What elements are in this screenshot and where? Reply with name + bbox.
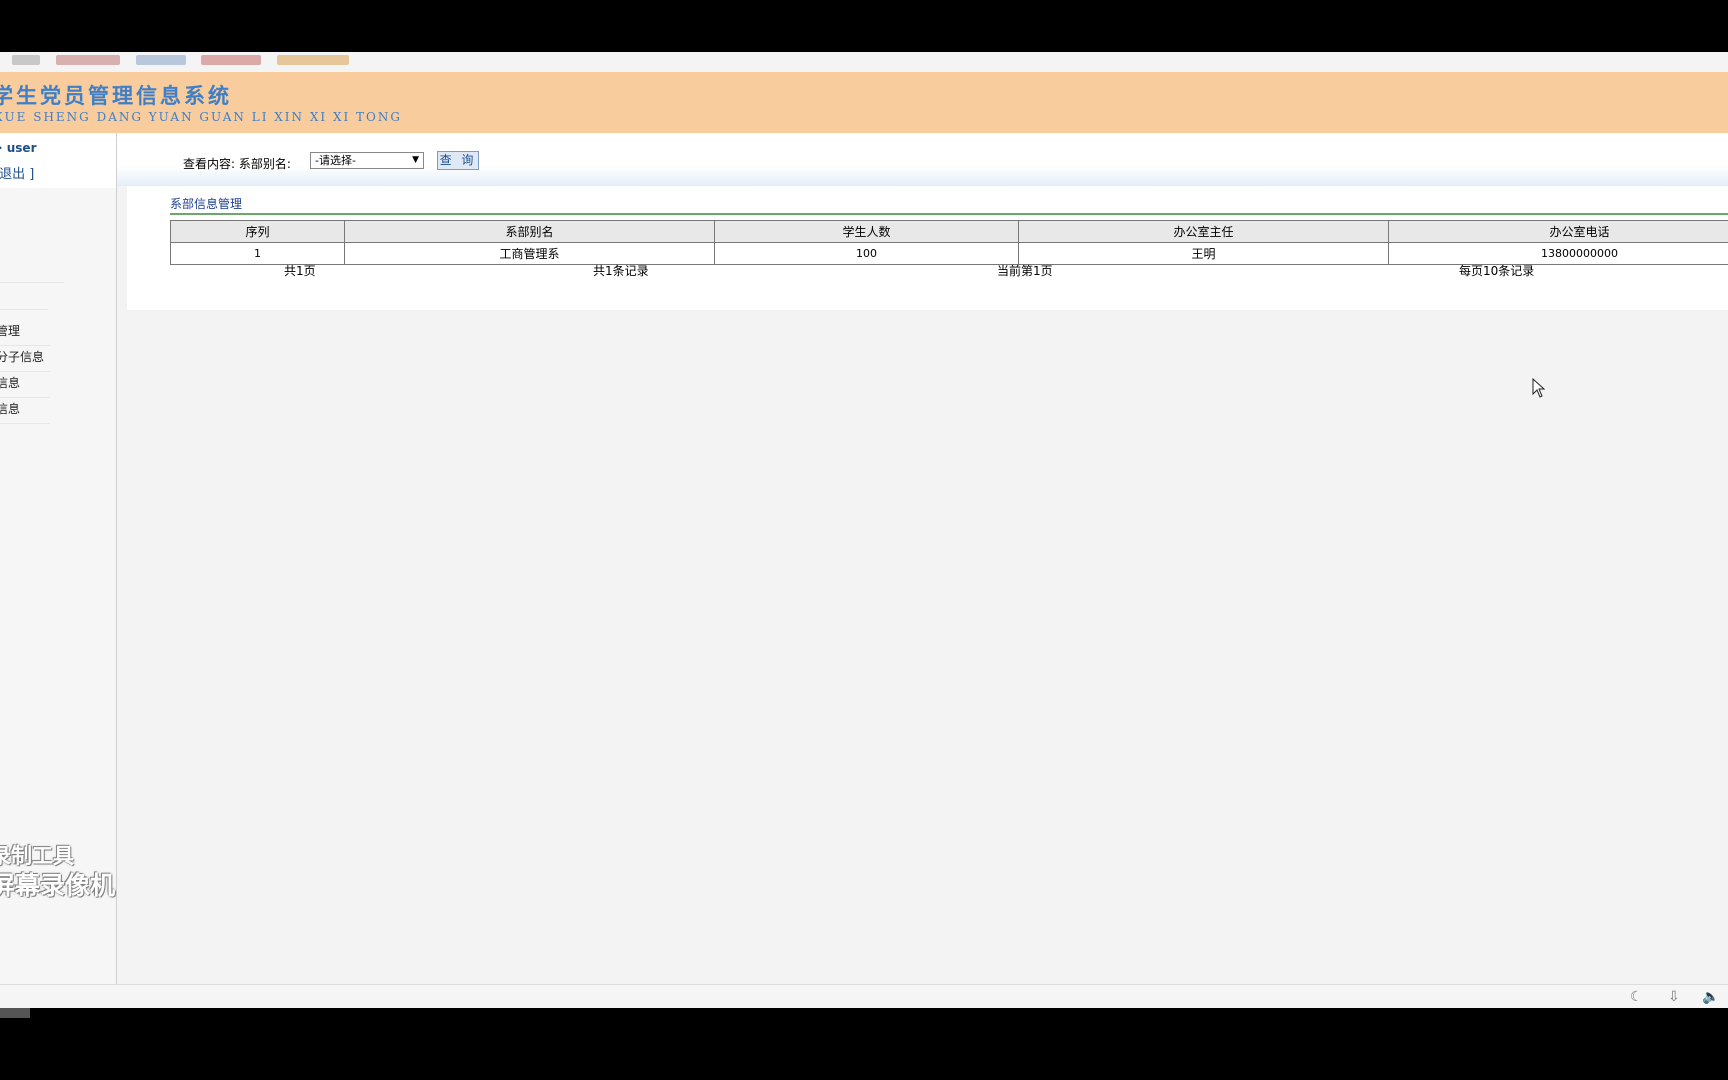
column-header-student-count: 学生人数 (714, 220, 1019, 243)
main-content: 查看内容: 系部别名: -请选择- ▼ 查 询 系部信息管理 序列 系部别名 学… (117, 133, 1728, 984)
department-alias-select[interactable]: -请选择- ▼ (310, 152, 424, 169)
department-table: 序列 系部别名 学生人数 办公室主任 办公室电话 1 工商管理系 100 王明 … (170, 220, 1728, 265)
sidebar-divider (0, 423, 50, 424)
sidebar: · user [退出 ] 管理 分子信息 信息 信息 录制工具 屏幕录像机 (0, 133, 117, 984)
sidebar-divider (0, 309, 48, 310)
select-value: -请选择- (315, 154, 356, 167)
dropdown-arrow-icon: ▼ (412, 155, 419, 165)
pager-current-page: 当前第1页 (997, 264, 1053, 278)
taskbar: ☾ ⇩ 🔈 (0, 984, 1728, 1009)
section-title: 系部信息管理 (170, 197, 243, 211)
current-user: · user (0, 141, 37, 155)
table-header-row: 序列 系部别名 学生人数 办公室主任 办公室电话 (170, 220, 1728, 243)
mouse-cursor-icon (1532, 377, 1546, 401)
query-label: 查看内容: 系部别名: (183, 157, 291, 171)
bottom-bar (0, 1008, 1728, 1080)
user-name-label: user (6, 141, 37, 155)
browser-bookmarks-bar (0, 52, 1728, 72)
sidebar-item-activist-info[interactable]: 分子信息 (0, 348, 44, 365)
watermark-line-2: 屏幕录像机 (0, 871, 116, 900)
sidebar-divider (0, 397, 50, 398)
bookmark-item[interactable] (55, 55, 120, 65)
section-divider (170, 213, 1728, 215)
column-header-office-director: 办公室主任 (1018, 220, 1389, 243)
user-info-box: · user [退出 ] (0, 133, 116, 188)
sidebar-divider (0, 371, 50, 372)
bookmark-item[interactable] (201, 55, 262, 65)
logout-link[interactable]: [退出 ] (0, 163, 34, 182)
watermark-line-1: 录制工具 (0, 844, 74, 868)
web-page: 学生党员管理信息系统 XUE SHENG DANG YUAN GUAN LI X… (0, 72, 1728, 984)
pager-total-records: 共1条记录 (593, 264, 649, 278)
query-bar: 查看内容: 系部别名: -请选择- ▼ 查 询 (117, 133, 1728, 186)
sidebar-item-info-a[interactable]: 信息 (0, 374, 20, 391)
bookmark-item[interactable] (135, 55, 186, 65)
sidebar-item-info-b[interactable]: 信息 (0, 400, 20, 417)
pagination: 共1页 共1条记录 当前第1页 每页10条记录 (170, 262, 1728, 278)
bookmark-item[interactable] (277, 55, 350, 65)
start-button[interactable] (0, 1008, 30, 1018)
sidebar-item-management[interactable]: 管理 (0, 322, 20, 339)
user-icon: · (0, 141, 3, 155)
column-header-dept-alias: 系部别名 (344, 220, 715, 243)
sidebar-divider (0, 282, 64, 283)
query-button[interactable]: 查 询 (437, 151, 479, 170)
header-banner: 学生党员管理信息系统 XUE SHENG DANG YUAN GUAN LI X… (0, 72, 1728, 133)
system-subtitle: XUE SHENG DANG YUAN GUAN LI XIN XI XI TO… (0, 110, 402, 124)
system-title: 学生党员管理信息系统 (0, 83, 232, 108)
column-header-office-phone: 办公室电话 (1388, 220, 1728, 243)
column-header-index: 序列 (170, 220, 345, 243)
pager-per-page: 每页10条记录 (1459, 264, 1535, 278)
sidebar-divider (0, 345, 50, 346)
moon-icon[interactable]: ☾ (1630, 989, 1643, 1005)
download-icon[interactable]: ⇩ (1668, 989, 1680, 1005)
volume-icon[interactable]: 🔈 (1702, 989, 1719, 1005)
bookmark-item[interactable] (12, 55, 40, 65)
recorder-watermark: 录制工具 屏幕录像机 (0, 841, 115, 901)
department-panel: 系部信息管理 序列 系部别名 学生人数 办公室主任 办公室电话 1 工商管理系 … (127, 186, 1728, 310)
pager-total-pages: 共1页 (284, 264, 316, 278)
